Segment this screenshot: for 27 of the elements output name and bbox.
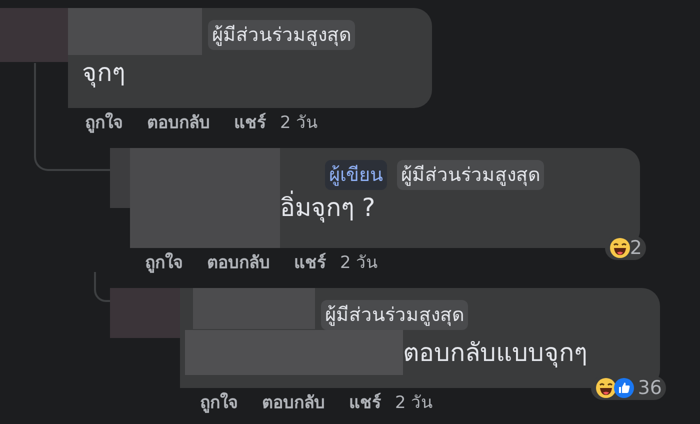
comment-action-link[interactable]: แชร์ (234, 111, 266, 137)
reaction-count: 36 (638, 376, 662, 400)
reaction-summary[interactable]: 2 (604, 236, 646, 260)
blurred-avatar (110, 148, 130, 208)
laughing-emoji-icon (594, 377, 617, 399)
comment-text: จุกๆ (82, 57, 125, 90)
top-fan-badge: ผู้มีส่วนร่วมสูงสุด (208, 20, 355, 50)
comment-action-link[interactable]: แชร์ (349, 391, 381, 417)
comment-action-link[interactable]: ถูกใจ (200, 391, 238, 417)
reaction-summary[interactable]: 36 (590, 376, 666, 400)
comment-text: อิ่มจุกๆ ? (280, 190, 376, 226)
comment-action-link[interactable]: ตอบกลับ (262, 391, 325, 417)
thumbs-up-icon (612, 377, 635, 399)
comment-action-link[interactable]: ตอบกลับ (207, 251, 270, 277)
reaction-count: 2 (630, 236, 642, 260)
author-badge: ผู้เขียน (325, 160, 387, 190)
top-fan-badge: ผู้มีส่วนร่วมสูงสุด (321, 300, 468, 330)
comment-action-link[interactable]: ถูกใจ (85, 111, 123, 137)
comment-action-link[interactable]: แชร์ (294, 251, 326, 277)
laughing-emoji-icon (608, 237, 631, 259)
comment-time: 2 วัน (340, 252, 378, 276)
comment-time: 2 วัน (280, 112, 318, 136)
comment-text: ตอบกลับแบบจุกๆ (403, 336, 587, 370)
comment-time: 2 วัน (395, 392, 434, 416)
comment-action-link[interactable]: ถูกใจ (145, 251, 183, 277)
top-fan-badge: ผู้มีส่วนร่วมสูงสุด (397, 160, 544, 190)
comment-action-link[interactable]: ตอบกลับ (147, 111, 210, 137)
